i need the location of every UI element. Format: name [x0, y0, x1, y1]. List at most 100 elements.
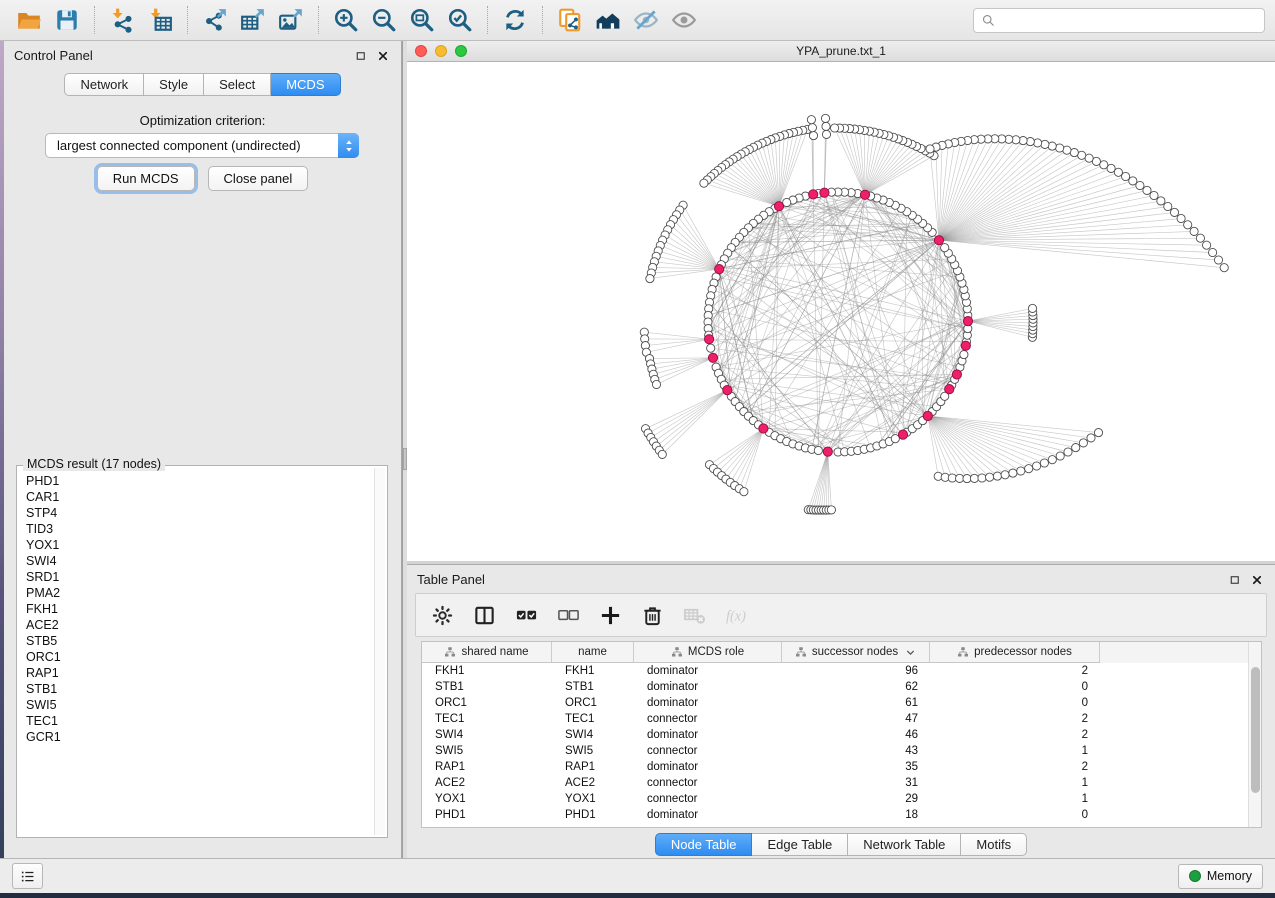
- table-row[interactable]: ORC1ORC1dominator610: [422, 695, 1261, 711]
- table-row[interactable]: STB1STB1dominator620: [422, 679, 1261, 695]
- table-scrollbar[interactable]: [1248, 642, 1261, 827]
- mcds-result-item[interactable]: STB1: [26, 681, 372, 697]
- toolbar-separator: [318, 6, 319, 34]
- mcds-result-item[interactable]: ORC1: [26, 649, 372, 665]
- tab-motifs[interactable]: Motifs: [961, 833, 1027, 856]
- mcds-result-item[interactable]: STB5: [26, 633, 372, 649]
- deselect-all-rows-icon[interactable]: [554, 601, 582, 629]
- mcds-result-list[interactable]: PHD1CAR1STP4TID3YOX1SWI4SRD1PMA2FKH1ACE2…: [19, 468, 372, 835]
- tab-edge-table[interactable]: Edge Table: [752, 833, 848, 856]
- mcds-result-item[interactable]: GCR1: [26, 729, 372, 745]
- mcds-result-item[interactable]: CAR1: [26, 489, 372, 505]
- table-row[interactable]: SWI4SWI4dominator462: [422, 727, 1261, 743]
- table-cell: YOX1: [422, 793, 552, 805]
- column-header-MCDS-role[interactable]: MCDS role: [634, 642, 782, 663]
- mcds-result-item[interactable]: TEC1: [26, 713, 372, 729]
- column-header-successor-nodes[interactable]: successor nodes: [782, 642, 930, 663]
- table-cell: 2: [930, 729, 1100, 741]
- mcds-result-item[interactable]: SWI5: [26, 697, 372, 713]
- status-bar: Memory: [0, 858, 1275, 893]
- table-cell: TEC1: [422, 713, 552, 725]
- refresh-icon[interactable]: [496, 3, 534, 37]
- search-box[interactable]: [973, 8, 1265, 33]
- svg-text:f(x): f(x): [725, 608, 745, 624]
- minimize-window-icon[interactable]: [435, 45, 447, 57]
- first-neighbors-icon[interactable]: [589, 3, 627, 37]
- column-header-predecessor-nodes[interactable]: predecessor nodes: [930, 642, 1100, 663]
- mcds-result-item[interactable]: RAP1: [26, 665, 372, 681]
- tab-network-table[interactable]: Network Table: [848, 833, 961, 856]
- export-network-icon[interactable]: [196, 3, 234, 37]
- zoom-fit-icon[interactable]: [403, 3, 441, 37]
- mcds-result-item[interactable]: ACE2: [26, 617, 372, 633]
- mcds-result-scrollbar[interactable]: [374, 468, 385, 835]
- table-cell: SWI5: [552, 745, 634, 757]
- node-table[interactable]: shared namenameMCDS rolesuccessor nodesp…: [421, 641, 1262, 828]
- memory-button[interactable]: Memory: [1178, 864, 1263, 889]
- mcds-result-item[interactable]: SWI4: [26, 553, 372, 569]
- zoom-selected-icon[interactable]: [441, 3, 479, 37]
- table-row[interactable]: TEC1TEC1connector472: [422, 711, 1261, 727]
- table-scrollbar-thumb[interactable]: [1251, 667, 1260, 793]
- delete-column-icon[interactable]: [638, 601, 666, 629]
- clone-network-icon[interactable]: [551, 3, 589, 37]
- table-settings-icon[interactable]: [428, 601, 456, 629]
- table-row[interactable]: FKH1FKH1dominator962: [422, 663, 1261, 679]
- hide-selected-icon[interactable]: [627, 3, 665, 37]
- column-header-shared-name[interactable]: shared name: [422, 642, 552, 663]
- table-row[interactable]: RAP1RAP1dominator352: [422, 759, 1261, 775]
- table-row[interactable]: ACE2ACE2connector311: [422, 775, 1261, 791]
- table-cell: dominator: [634, 665, 782, 677]
- table-cell: 43: [782, 745, 930, 757]
- search-input[interactable]: [1000, 12, 1257, 28]
- export-table-icon[interactable]: [234, 3, 272, 37]
- zoom-out-icon[interactable]: [365, 3, 403, 37]
- table-cell: 0: [930, 697, 1100, 709]
- table-body: FKH1FKH1dominator962STB1STB1dominator620…: [422, 663, 1261, 823]
- mcds-result-item[interactable]: PHD1: [26, 473, 372, 489]
- table-row[interactable]: PHD1PHD1dominator180: [422, 807, 1261, 823]
- mcds-result-item[interactable]: FKH1: [26, 601, 372, 617]
- criterion-dropdown[interactable]: largest connected component (undirected): [45, 133, 359, 158]
- close-window-icon[interactable]: [415, 45, 427, 57]
- save-session-icon[interactable]: [48, 3, 86, 37]
- run-mcds-button[interactable]: Run MCDS: [97, 166, 195, 191]
- close-control-panel-icon[interactable]: [377, 50, 389, 62]
- table-cell: 29: [782, 793, 930, 805]
- tab-style[interactable]: Style: [144, 73, 204, 96]
- network-title: YPA_prune.txt_1: [407, 44, 1275, 58]
- mcds-result-item[interactable]: TID3: [26, 521, 372, 537]
- import-network-icon[interactable]: [103, 3, 141, 37]
- table-cell: connector: [634, 777, 782, 789]
- mcds-result-item[interactable]: STP4: [26, 505, 372, 521]
- close-table-panel-icon[interactable]: [1251, 574, 1263, 586]
- zoom-in-icon[interactable]: [327, 3, 365, 37]
- network-window-titlebar[interactable]: YPA_prune.txt_1: [407, 41, 1275, 62]
- network-graph[interactable]: [407, 62, 1275, 561]
- show-panels-button[interactable]: [12, 863, 43, 889]
- table-cell: SWI5: [422, 745, 552, 757]
- mcds-result-item[interactable]: YOX1: [26, 537, 372, 553]
- select-all-rows-icon[interactable]: [512, 601, 540, 629]
- tab-node-table[interactable]: Node Table: [655, 833, 753, 856]
- tab-select[interactable]: Select: [204, 73, 271, 96]
- show-column-panel-icon[interactable]: [470, 601, 498, 629]
- show-all-icon[interactable]: [665, 3, 703, 37]
- close-panel-button[interactable]: Close panel: [208, 166, 309, 191]
- table-row[interactable]: SWI5SWI5connector431: [422, 743, 1261, 759]
- main-toolbar: [0, 0, 1275, 41]
- table-row[interactable]: YOX1YOX1connector291: [422, 791, 1261, 807]
- column-header-name[interactable]: name: [552, 642, 634, 663]
- tab-mcds[interactable]: MCDS: [271, 73, 340, 96]
- float-panel-icon[interactable]: [355, 50, 367, 62]
- open-file-icon[interactable]: [10, 3, 48, 37]
- add-column-icon[interactable]: [596, 601, 624, 629]
- mcds-result-item[interactable]: PMA2: [26, 585, 372, 601]
- import-table-icon[interactable]: [141, 3, 179, 37]
- maximize-window-icon[interactable]: [455, 45, 467, 57]
- tab-network[interactable]: Network: [64, 73, 144, 96]
- export-image-icon[interactable]: [272, 3, 310, 37]
- mcds-result-item[interactable]: SRD1: [26, 569, 372, 585]
- table-cell: ORC1: [552, 697, 634, 709]
- float-table-panel-icon[interactable]: [1229, 574, 1241, 586]
